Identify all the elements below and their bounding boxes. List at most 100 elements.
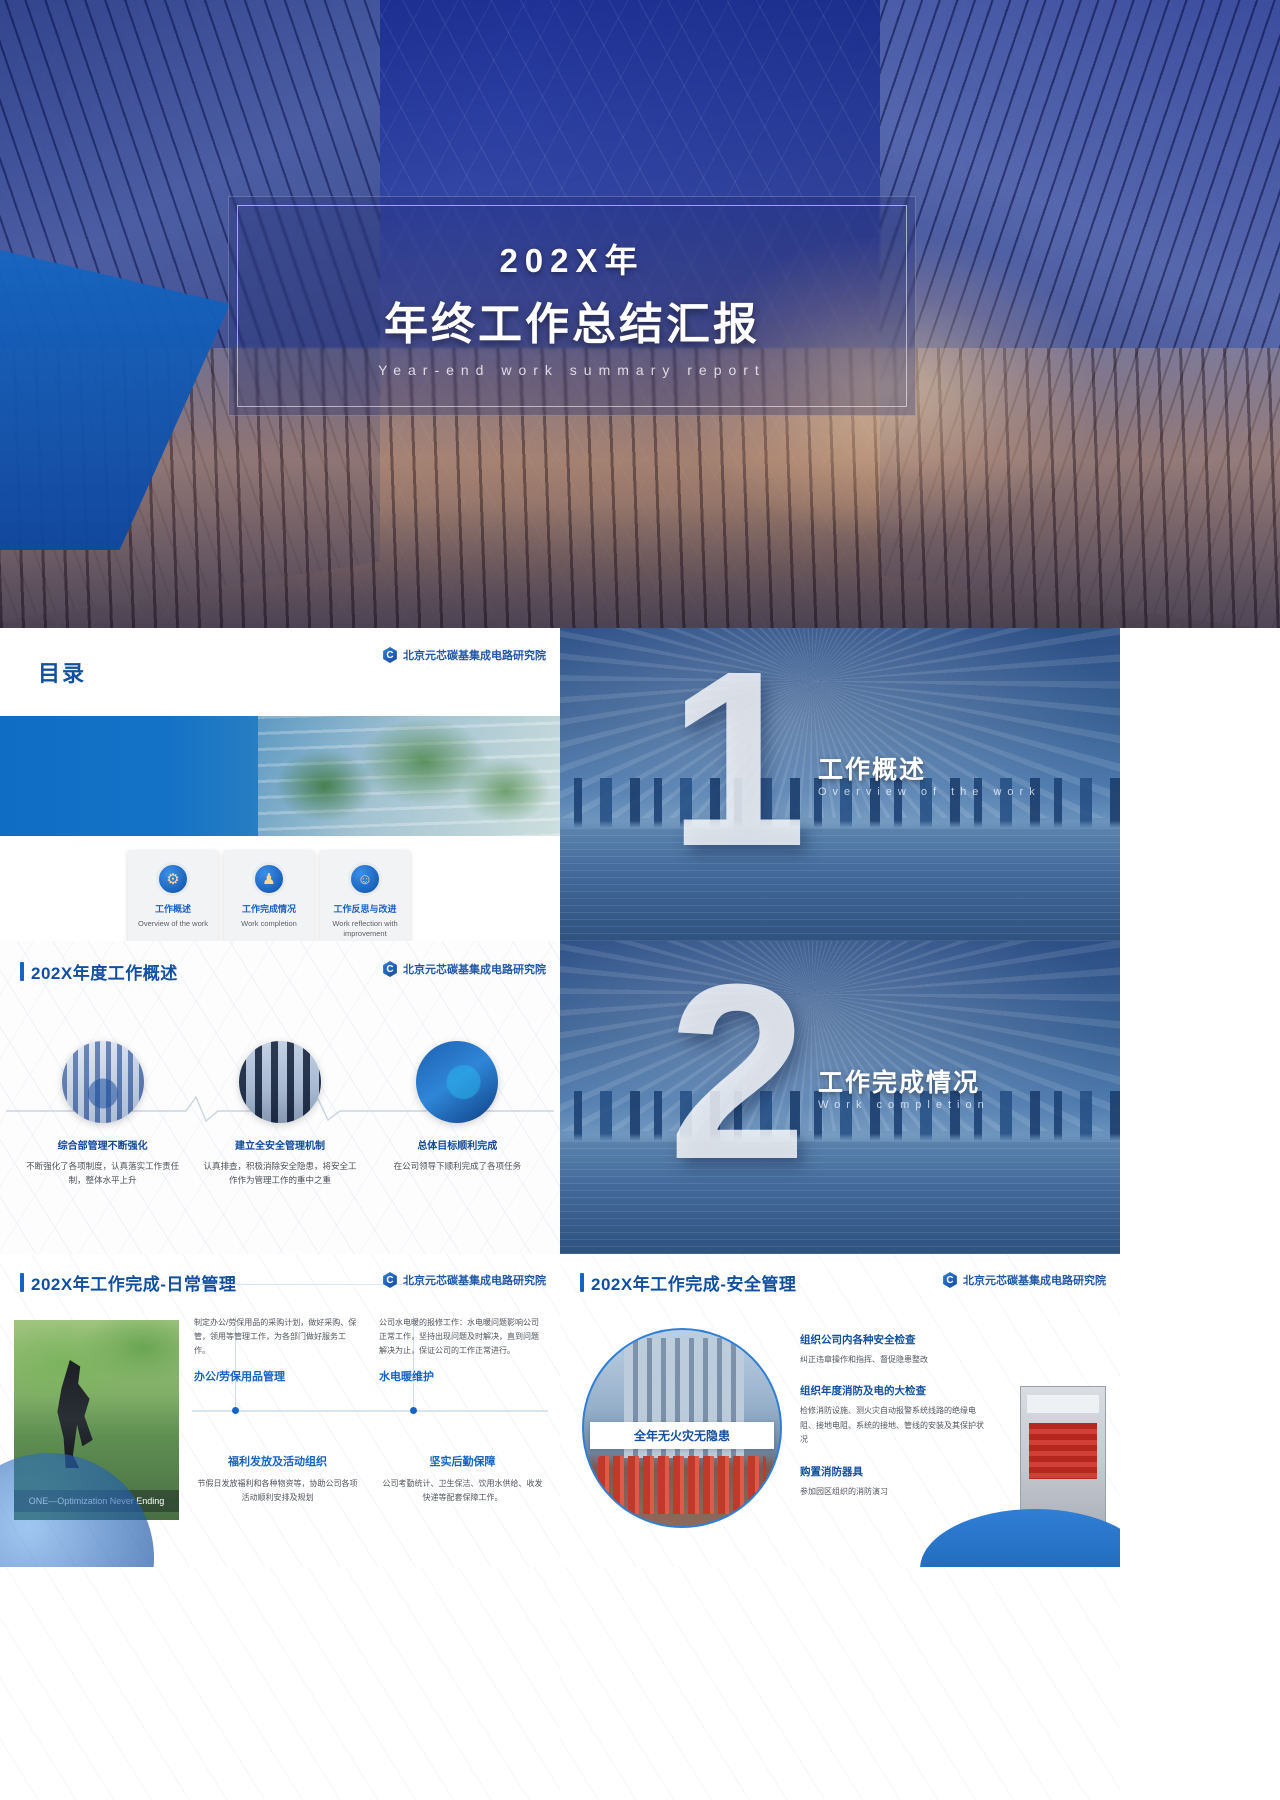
person-search-icon: ☺ (348, 862, 382, 896)
presentation-preview: 202X年 年终工作总结汇报 Year-end work summary rep… (0, 0, 1280, 1800)
column-desc: 认真排查，积极消除安全隐患，将安全工作作为管理工作的重中之重 (203, 1161, 357, 1186)
title-frame: 202X年 年终工作总结汇报 Year-end work summary rep… (228, 196, 916, 416)
section-subtitle-en: Overview of the work (818, 786, 1041, 798)
left-slide-continuation (0, 1567, 560, 1800)
section-number: 1 (668, 628, 808, 898)
daily-item-2: 公司水电暖的报修工作：水电暖问题影响公司正常工作，坚持出现问题及时解决，直到问题… (377, 1316, 548, 1437)
section-title: 工作概述 (818, 756, 927, 784)
column-title: 综合部管理不断强化 (57, 1141, 148, 1152)
column-title: 建立全安全管理机制 (234, 1141, 325, 1152)
toc-banner-image (0, 716, 560, 836)
toc-card-title: 工作完成情况 (241, 904, 296, 914)
item-title: 组织公司内各种安全检查 (800, 1334, 916, 1346)
fire-extinguisher-row (598, 1456, 766, 1514)
safety-item-list: 组织公司内各种安全检查 纠正违章操作和指挥、督促隐患整改 组织年度消防及电的大检… (800, 1332, 990, 1515)
item-title: 组织年度消防及电的大检查 (800, 1385, 926, 1398)
section-subtitle-en: Work completion (818, 1099, 990, 1111)
meeting-photo (61, 1041, 144, 1123)
heading-text: 202X年度工作概述 (31, 964, 178, 983)
safety-banner: 全年无火灾无隐患 (590, 1422, 774, 1449)
c-badge-icon: C (383, 961, 397, 977)
item-label: 水电暖维护 (379, 1371, 434, 1383)
toc-card-title: 工作概述 (154, 904, 191, 914)
handshake-gear-icon: ⚙ (156, 862, 190, 896)
safety-heading: 202X年工作完成-安全管理 (580, 1270, 796, 1295)
cover-subtitle-en: Year-end work summary report (378, 362, 766, 378)
item-body: 制定办公/劳保用品的采购计划，做好采购、保管，领用等管理工作，为各部门做好服务工… (194, 1318, 357, 1355)
brand-name: 北京元芯碳基集成电路研究院 (963, 1275, 1106, 1287)
item-label: 坚实后勤保障 (429, 1455, 496, 1468)
brand-logo: C 北京元芯碳基集成电路研究院 (942, 1272, 1106, 1288)
daily-heading: 202X年工作完成-日常管理 (20, 1270, 236, 1295)
heading-accent-bar (20, 1273, 24, 1292)
slide-section-divider-2[interactable]: 2 工作完成情况 Work completion (560, 941, 1120, 1254)
brand-name: 北京元芯碳基集成电路研究院 (403, 964, 546, 976)
title-frame-inner: 202X年 年终工作总结汇报 Year-end work summary rep… (237, 205, 907, 407)
slide-daily-management[interactable]: 202X年工作完成-日常管理 C 北京元芯碳基集成电路研究院 ONE—Optim… (0, 1254, 560, 1567)
slide-safety-management[interactable]: 202X年工作完成-安全管理 C 北京元芯碳基集成电路研究院 全年无火灾无隐患 … (560, 1254, 1120, 1567)
water-reflection (560, 828, 1120, 941)
team-group-icon: ♟ (252, 862, 286, 896)
item-body: 公司考勤统计、卫生保洁、饮用水供给、收发快递等配套保障工作。 (382, 1478, 543, 1502)
timeline-cells: 制定办公/劳保用品的采购计划，做好采购、保管，领用等管理工作，为各部门做好服务工… (192, 1316, 548, 1557)
right-slide-continuation (560, 1567, 1120, 1800)
timeline-layout: 制定办公/劳保用品的采购计划，做好采购、保管，领用等管理工作，为各部门做好服务工… (192, 1316, 548, 1557)
brand-logo: C 北京元芯碳基集成电路研究院 (382, 961, 546, 977)
illustration-photo (416, 1041, 499, 1123)
toc-card-subtitle: Work reflection with improvement (332, 919, 398, 938)
column-desc: 在公司领导下顺利完成了各项任务 (393, 1161, 522, 1171)
toc-card-title: 工作反思与改进 (333, 904, 397, 914)
safety-item-2: 组织年度消防及电的大检查 检修消防设施、测火灾自动报警系统线路的绝缘电阻、接地电… (800, 1383, 990, 1447)
overview-columns: 综合部管理不断强化 不断强化了各项制度，认真落实工作责任制，整体水平上升 建立全… (14, 1041, 546, 1187)
toc-card-subtitle: Work completion (241, 919, 297, 929)
heading-text: 202X年工作完成-日常管理 (31, 1275, 237, 1294)
c-badge-icon: C (383, 1272, 397, 1288)
brand-logo: C 北京元芯碳基集成电路研究院 (382, 1272, 546, 1288)
brand-name: 北京元芯碳基集成电路研究院 (403, 1275, 546, 1287)
c-badge-icon: C (383, 647, 397, 663)
brand-logo: C 北京元芯碳基集成电路研究院 (382, 647, 546, 663)
overview-column-3: 总体目标顺利完成 在公司领导下顺利完成了各项任务 (369, 1041, 546, 1187)
item-body: 节假日发放福利和各种物资等，协助公司各项活动顺利安排及规划 (197, 1478, 358, 1502)
item-title: 购置消防器具 (800, 1465, 863, 1478)
toc-card-3[interactable]: ☺ 工作反思与改进 Work reflection with improveme… (320, 850, 410, 941)
item-body: 公司水电暖的报修工作：水电暖问题影响公司正常工作，坚持出现问题及时解决，直到问题… (379, 1318, 539, 1355)
cabinet-red-panel (1029, 1423, 1097, 1479)
item-body: 参加园区组织的消防演习 (800, 1486, 888, 1496)
heading-accent-bar (20, 962, 24, 981)
slide-title-cover[interactable]: 202X年 年终工作总结汇报 Year-end work summary rep… (0, 0, 1280, 628)
toc-card-1[interactable]: ⚙ 工作概述 Overview of the work (128, 850, 218, 941)
item-body: 检修消防设施、测火灾自动报警系统线路的绝缘电阻、接地电阻、系统的接地、管线的安装… (800, 1406, 984, 1445)
campus-trees-photo (257, 716, 560, 836)
slide-table-of-contents[interactable]: 目录 C 北京元芯碳基集成电路研究院 ⚙ 工作概述 Overview of th… (0, 628, 560, 941)
overview-column-1: 综合部管理不断强化 不断强化了各项制度，认真落实工作责任制，整体水平上升 (14, 1041, 191, 1187)
slide-section-divider-1[interactable]: 1 工作概述 Overview of the work (560, 628, 1120, 941)
running-person-silhouette (57, 1360, 93, 1468)
cabinet-label (1027, 1395, 1099, 1413)
water-reflection (560, 1141, 1120, 1254)
item-label: 福利发放及活动组织 (228, 1455, 327, 1468)
slide-annual-overview[interactable]: 202X年度工作概述 C 北京元芯碳基集成电路研究院 综合部管理不断强化 不断强… (0, 941, 560, 1254)
team-silhouette-photo (238, 1041, 321, 1123)
cover-main-title: 年终工作总结汇报 (384, 300, 760, 349)
daily-item-1: 制定办公/劳保用品的采购计划，做好采购、保管，领用等管理工作，为各部门做好服务工… (192, 1316, 363, 1437)
overview-heading: 202X年度工作概述 (20, 959, 178, 984)
safety-item-1: 组织公司内各种安全检查 纠正违章操作和指挥、督促隐患整改 (800, 1332, 990, 1367)
section-title: 工作完成情况 (818, 1069, 981, 1097)
c-badge-icon: C (943, 1272, 957, 1288)
slides-continuation-area (0, 1567, 1280, 1800)
heading-accent-bar (580, 1273, 584, 1292)
overview-column-2: 建立全安全管理机制 认真排查，积极消除安全隐患，将安全工作作为管理工作的重中之重 (191, 1041, 368, 1187)
brand-name: 北京元芯碳基集成电路研究院 (403, 650, 546, 662)
heading-text: 202X年工作完成-安全管理 (591, 1275, 797, 1294)
section-number: 2 (668, 941, 808, 1211)
daily-item-3: 福利发放及活动组织 节假日发放福利和各种物资等，协助公司各项活动顺利安排及规划 (192, 1437, 363, 1558)
right-gutter (1120, 628, 1280, 1800)
toc-card-2[interactable]: ♟ 工作完成情况 Work completion (224, 850, 314, 941)
toc-card-list: ⚙ 工作概述 Overview of the work ♟ 工作完成情况 Wor… (128, 850, 410, 941)
toc-heading: 目录 (38, 661, 87, 686)
column-title: 总体目标顺利完成 (417, 1141, 498, 1152)
safety-item-3: 购置消防器具 参加园区组织的消防演习 (800, 1464, 990, 1499)
cover-year: 202X年 (499, 242, 645, 279)
daily-item-4: 坚实后勤保障 公司考勤统计、卫生保洁、饮用水供给、收发快递等配套保障工作。 (377, 1437, 548, 1558)
